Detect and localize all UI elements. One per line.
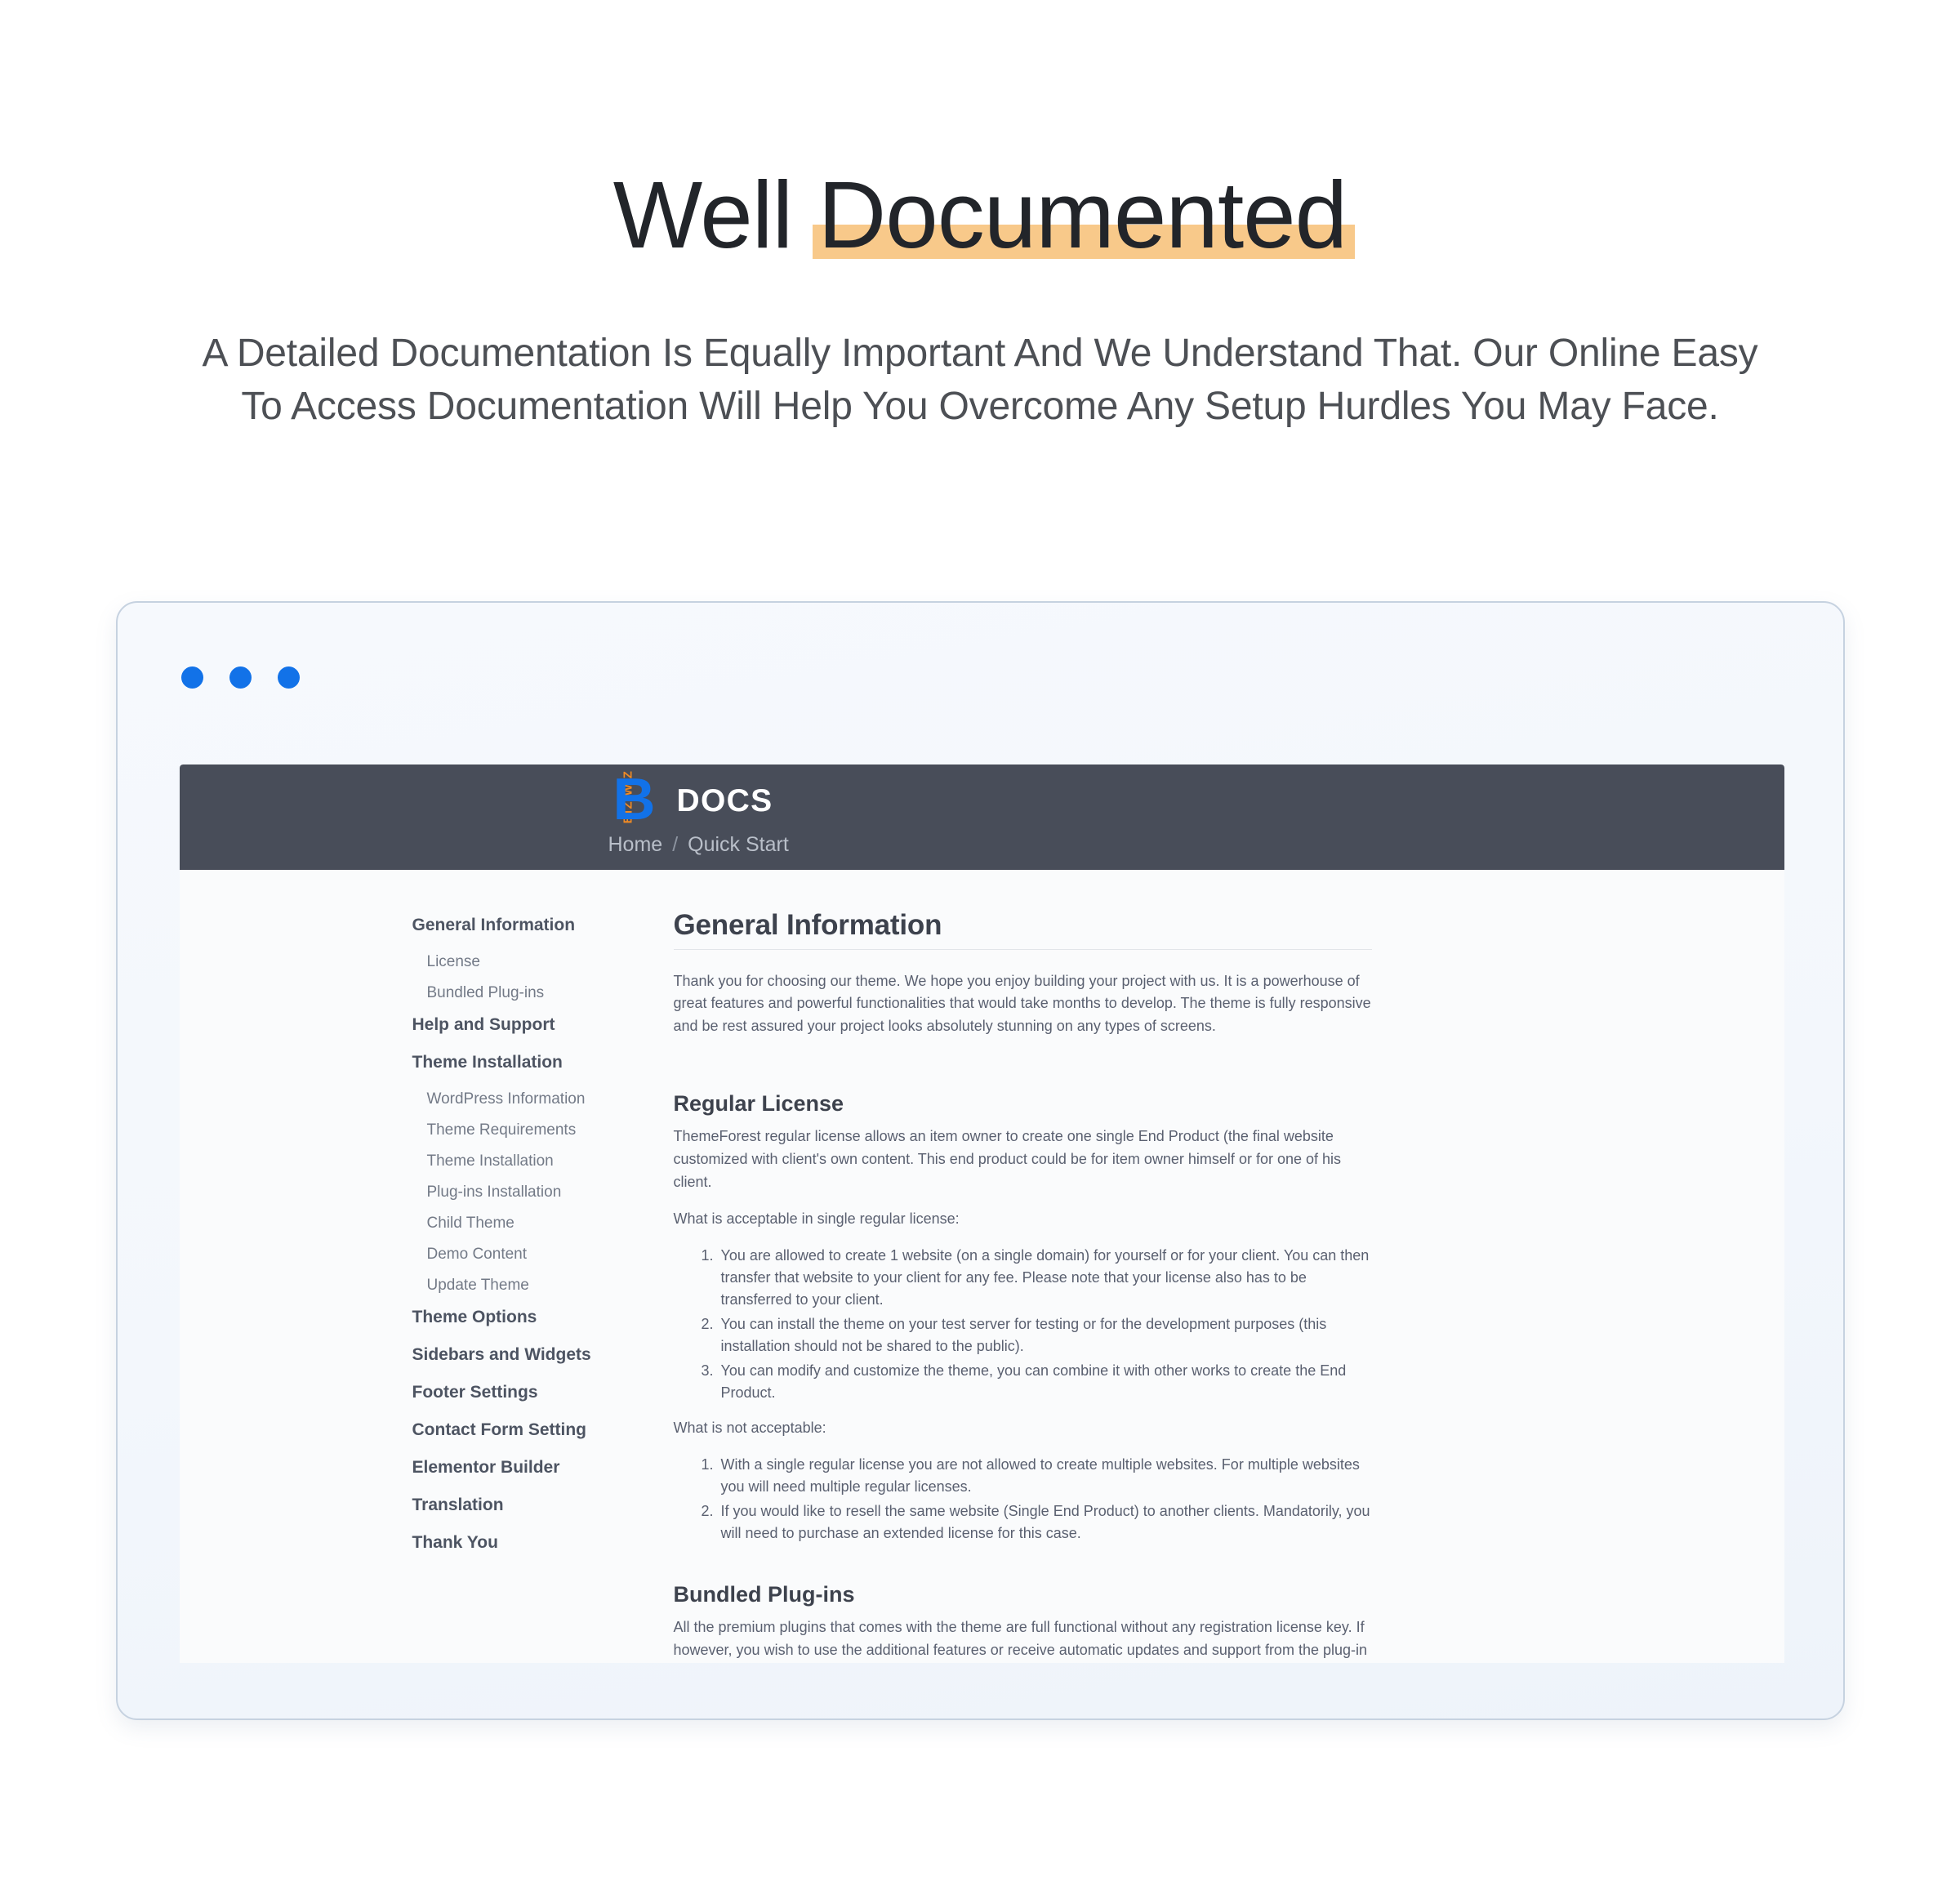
sidebar-item-general-information[interactable]: General Information bbox=[412, 916, 657, 935]
bizwiz-logo-icon: BIZ WIZ B bbox=[608, 766, 656, 832]
sidebar-item-license[interactable]: License bbox=[427, 953, 657, 971]
sidebar-item-contact-form-setting[interactable]: Contact Form Setting bbox=[412, 1420, 657, 1440]
browser-frame: BIZ WIZ B DOCS Home / Quick Start Genera… bbox=[115, 600, 1845, 1720]
sidebar-item-thank-you[interactable]: Thank You bbox=[412, 1533, 657, 1553]
window-dot-1-icon[interactable] bbox=[180, 666, 203, 689]
sidebar-item-theme-requirements[interactable]: Theme Requirements bbox=[427, 1121, 657, 1139]
not-acceptable-list: With a single regular license you are no… bbox=[674, 1454, 1372, 1545]
window-dot-2-icon[interactable] bbox=[229, 666, 252, 689]
sidebar-item-elementor-builder[interactable]: Elementor Builder bbox=[412, 1458, 657, 1478]
list-item: You are allowed to create 1 website (on … bbox=[718, 1245, 1372, 1311]
not-acceptable-label: What is not acceptable: bbox=[673, 1419, 826, 1436]
breadcrumb-current[interactable]: Quick Start bbox=[688, 833, 789, 857]
docs-sidebar: General Information License Bundled Plug… bbox=[412, 906, 657, 1663]
acceptable-label: What is acceptable in single regular lic… bbox=[673, 1210, 960, 1227]
sidebar-item-help-and-support[interactable]: Help and Support bbox=[412, 1015, 657, 1035]
browser-mockup: BIZ WIZ B DOCS Home / Quick Start Genera… bbox=[115, 600, 1845, 1720]
sidebar-item-theme-options[interactable]: Theme Options bbox=[412, 1308, 657, 1327]
acceptable-list: You are allowed to create 1 website (on … bbox=[674, 1245, 1372, 1404]
sidebar-item-plugins-installation[interactable]: Plug-ins Installation bbox=[427, 1184, 657, 1201]
sidebar-item-bundled-plugins[interactable]: Bundled Plug-ins bbox=[427, 984, 657, 1002]
breadcrumb-separator: / bbox=[672, 832, 679, 856]
page-title-highlighted: Documented bbox=[813, 162, 1355, 268]
logo-letter: B bbox=[612, 766, 656, 832]
general-information-paragraph: Thank you for choosing our theme. We hop… bbox=[673, 972, 1371, 1035]
sidebar-item-update-theme[interactable]: Update Theme bbox=[427, 1277, 657, 1295]
window-controls bbox=[180, 666, 300, 689]
docs-title: DOCS bbox=[676, 782, 773, 818]
brand[interactable]: BIZ WIZ B DOCS bbox=[608, 766, 773, 832]
page-title-plain: Well bbox=[612, 162, 818, 268]
section-heading-general-information: General Information bbox=[673, 908, 942, 941]
sidebar-item-theme-installation-sub[interactable]: Theme Installation bbox=[427, 1152, 657, 1170]
list-item: You can install the theme on your test s… bbox=[718, 1313, 1372, 1357]
window-dot-3-icon[interactable] bbox=[277, 666, 300, 689]
page-subtitle-line-2: To Access Documentation Will Help You Ov… bbox=[241, 384, 1719, 428]
sidebar-item-demo-content[interactable]: Demo Content bbox=[427, 1246, 657, 1264]
docs-header: BIZ WIZ B DOCS Home / Quick Start bbox=[179, 764, 1784, 870]
docs-body: General Information License Bundled Plug… bbox=[180, 870, 1784, 1663]
page-title: Well Documented bbox=[0, 167, 1960, 262]
list-item: With a single regular license you are no… bbox=[718, 1454, 1372, 1498]
section-heading-bundled-plugins: Bundled Plug-ins bbox=[673, 1581, 855, 1607]
documentation-app: BIZ WIZ B DOCS Home / Quick Start Genera… bbox=[179, 764, 1784, 1663]
breadcrumb-home[interactable]: Home bbox=[608, 833, 663, 857]
heading-divider bbox=[673, 948, 1372, 950]
breadcrumb: Home / Quick Start bbox=[608, 833, 789, 857]
sidebar-item-child-theme[interactable]: Child Theme bbox=[427, 1215, 657, 1233]
docs-content: General Information Thank you for choosi… bbox=[673, 906, 1372, 1663]
bundled-plugins-paragraph: All the premium plugins that comes with … bbox=[673, 1618, 1368, 1658]
section-heading-regular-license: Regular License bbox=[673, 1091, 844, 1117]
list-item: You can modify and customize the theme, … bbox=[718, 1360, 1372, 1404]
sidebar-item-wordpress-information[interactable]: WordPress Information bbox=[427, 1090, 657, 1108]
hero-section: Well Documented A Detailed Documentation… bbox=[0, 0, 1960, 434]
page-subtitle-line-1: A Detailed Documentation Is Equally Impo… bbox=[202, 332, 1758, 375]
sidebar-item-sidebars-and-widgets[interactable]: Sidebars and Widgets bbox=[412, 1345, 657, 1365]
list-item: If you would like to resell the same web… bbox=[718, 1500, 1372, 1545]
page-subtitle: A Detailed Documentation Is Equally Impo… bbox=[0, 262, 1960, 434]
sidebar-item-translation[interactable]: Translation bbox=[412, 1496, 657, 1515]
sidebar-item-footer-settings[interactable]: Footer Settings bbox=[412, 1383, 657, 1402]
sidebar-item-theme-installation[interactable]: Theme Installation bbox=[412, 1053, 657, 1072]
regular-license-intro: ThemeForest regular license allows an it… bbox=[673, 1128, 1342, 1191]
